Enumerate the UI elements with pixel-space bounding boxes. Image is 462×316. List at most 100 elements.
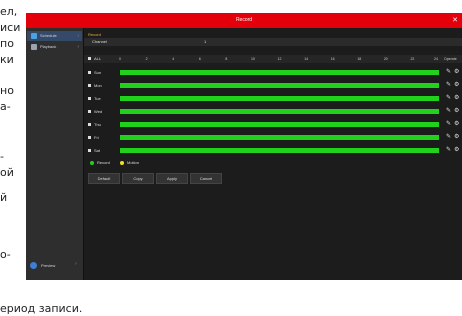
day-row-mon: Mon ✎ ⚙	[84, 80, 462, 92]
caption-line: о-	[0, 248, 11, 261]
sidebar-item-playback[interactable]: Playback ›	[27, 42, 82, 52]
day-row-tue: Tue ✎ ⚙	[84, 93, 462, 105]
record-settings-window: Record ✕ Schedule › Playback › Preview ›…	[26, 13, 462, 280]
preview-button[interactable]: Preview ›	[26, 256, 83, 280]
gear-icon[interactable]: ⚙	[454, 94, 459, 101]
all-label: ALL	[94, 56, 102, 61]
edit-icon[interactable]: ✎	[446, 94, 451, 101]
edit-icon[interactable]: ✎	[446, 120, 451, 127]
edit-icon[interactable]: ✎	[446, 68, 451, 75]
schedule-bar[interactable]	[120, 135, 439, 140]
caption-bottom: ериод записи.	[0, 302, 83, 315]
gear-icon[interactable]: ⚙	[454, 120, 459, 127]
day-label: Sat	[94, 148, 101, 153]
select-all-checkbox[interactable]: ALL	[88, 55, 101, 63]
caption-line: а-	[0, 100, 11, 113]
legend-item-motion: Motion	[120, 158, 139, 168]
hour-tick: 18	[357, 57, 362, 61]
caption-line: ел,	[0, 5, 18, 18]
legend-label: Record	[97, 160, 110, 165]
channel-select[interactable]: 1	[204, 38, 206, 46]
hour-tick: 20	[383, 57, 388, 61]
day-row-fri: Fri ✎ ⚙	[84, 132, 462, 144]
record-swatch	[90, 160, 94, 165]
day-label: Mon	[94, 83, 102, 88]
schedule-bar[interactable]	[120, 148, 439, 153]
sidebar-item-label: Playback	[40, 44, 57, 49]
hour-tick: 6	[198, 57, 201, 61]
edit-icon[interactable]: ✎	[446, 146, 451, 153]
hour-tick: 16	[330, 57, 335, 61]
hours-header: ALL 0 2 4 6 8 10 12 14 16 18 20 22 24 Op…	[84, 55, 462, 63]
day-checkbox[interactable]: Thu	[88, 119, 101, 131]
motion-swatch	[120, 160, 124, 165]
checkbox-icon	[88, 57, 91, 61]
schedule-bar[interactable]	[120, 122, 439, 127]
gear-icon[interactable]: ⚙	[454, 68, 459, 75]
cancel-button[interactable]: Cancel	[190, 173, 222, 184]
preview-icon	[30, 262, 37, 269]
checkbox-icon	[88, 149, 91, 153]
day-label: Sun	[94, 70, 102, 75]
preview-label: Preview	[41, 263, 56, 268]
playback-icon	[31, 44, 37, 50]
operate-header: Operate	[444, 57, 457, 61]
schedule-panel: Record Channel 1 ALL 0 2 4 6 8 10 12 14 …	[84, 28, 462, 280]
schedule-bar[interactable]	[120, 70, 439, 75]
legend-item-record: Record	[90, 158, 110, 168]
day-checkbox[interactable]: Mon	[88, 80, 102, 92]
gear-icon[interactable]: ⚙	[454, 146, 459, 153]
apply-button[interactable]: Apply	[156, 173, 188, 184]
sidebar-item-label: Schedule	[40, 33, 57, 38]
day-row-wed: Wed ✎ ⚙	[84, 106, 462, 118]
caption-line: й	[0, 191, 8, 204]
checkbox-icon	[88, 110, 91, 114]
day-checkbox[interactable]: Tue	[88, 93, 101, 105]
sidebar-item-schedule[interactable]: Schedule ›	[27, 31, 82, 41]
edit-icon[interactable]: ✎	[446, 107, 451, 114]
record-icon	[31, 33, 37, 39]
gear-icon[interactable]: ⚙	[454, 81, 459, 88]
caption-line: но	[0, 84, 14, 97]
caption-line: иси	[0, 21, 21, 34]
hour-tick: 4	[172, 57, 175, 61]
chevron-right-icon: ›	[77, 33, 79, 39]
hour-tick: 22	[410, 57, 415, 61]
channel-row: Channel 1	[84, 38, 462, 46]
legend: Record Motion	[84, 158, 462, 168]
caption-line: по	[0, 37, 14, 50]
day-checkbox[interactable]: Fri	[88, 132, 99, 144]
schedule-bar[interactable]	[120, 96, 439, 101]
checkbox-icon	[88, 84, 91, 88]
day-label: Wed	[94, 109, 103, 114]
day-checkbox[interactable]: Sun	[88, 67, 101, 79]
checkbox-icon	[88, 71, 91, 75]
chevron-right-icon: ›	[75, 261, 77, 267]
close-icon[interactable]: ✕	[452, 13, 458, 28]
schedule-bar[interactable]	[120, 83, 439, 88]
hour-tick: 24	[434, 57, 438, 61]
channel-label: Channel	[92, 39, 107, 44]
hour-tick: 2	[145, 57, 148, 61]
checkbox-icon	[88, 123, 91, 127]
edit-icon[interactable]: ✎	[446, 81, 451, 88]
copy-button[interactable]: Copy	[122, 173, 154, 184]
caption-line: ой	[0, 166, 14, 179]
day-row-sun: Sun ✎ ⚙	[84, 67, 462, 79]
window-title: Record	[235, 17, 253, 23]
legend-label: Motion	[127, 160, 140, 165]
day-row-sat: Sat ✎ ⚙	[84, 145, 462, 157]
day-label: Thu	[94, 122, 101, 127]
section-title: Record	[88, 32, 101, 37]
gear-icon[interactable]: ⚙	[454, 133, 459, 140]
gear-icon[interactable]: ⚙	[454, 107, 459, 114]
default-button[interactable]: Default	[88, 173, 120, 184]
day-label: Tue	[94, 96, 101, 101]
edit-icon[interactable]: ✎	[446, 133, 451, 140]
day-checkbox[interactable]: Sat	[88, 145, 100, 157]
schedule-bar[interactable]	[120, 109, 439, 114]
day-checkbox[interactable]: Wed	[88, 106, 102, 118]
title-bar: Record ✕	[26, 13, 462, 28]
caption-line: -	[0, 150, 4, 163]
caption-line: ки	[0, 53, 14, 66]
